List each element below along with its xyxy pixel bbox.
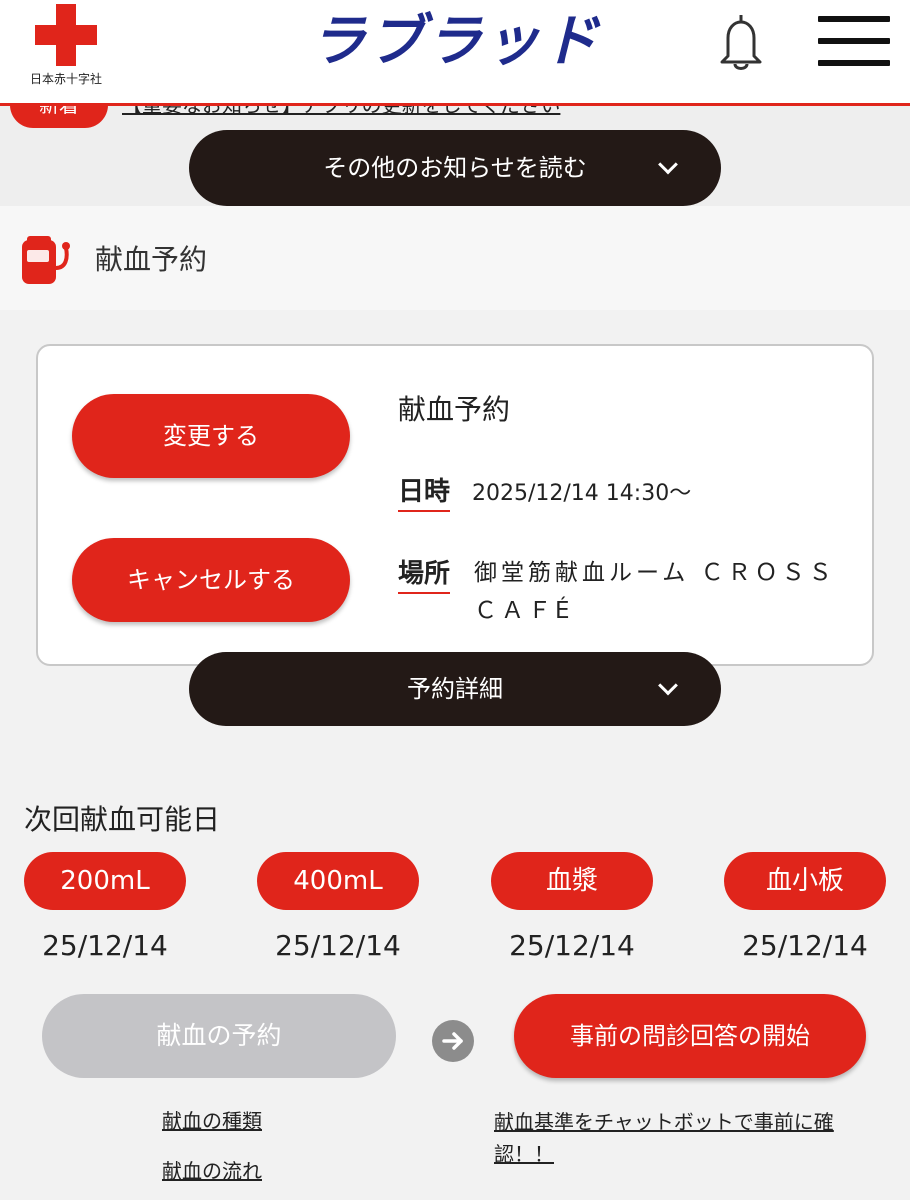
- japanese-red-cross-logo[interactable]: 日本赤十字社: [24, 2, 108, 92]
- arrow-right-icon: [432, 1020, 474, 1062]
- more-news-label: その他のお知らせを読む: [323, 154, 587, 182]
- start-precheck-button[interactable]: 事前の問診回答の開始: [514, 994, 866, 1078]
- type-200ml-date: 25/12/14: [42, 929, 168, 962]
- date-label: 日時: [398, 474, 451, 512]
- donation-flow-link[interactable]: 献血の流れ: [162, 1156, 262, 1186]
- type-200ml-badge: 200mL: [24, 852, 186, 910]
- reservation-title: 献血予約: [398, 393, 511, 426]
- donation-types-link[interactable]: 献血の種類: [162, 1106, 262, 1136]
- place-value: 御堂筋献血ルーム ＣＲＯＳＳ ＣＡＦÉ: [474, 560, 836, 624]
- type-plasma-date: 25/12/14: [509, 929, 635, 962]
- donation-reservation-button[interactable]: 献血の予約: [42, 994, 396, 1078]
- more-news-button[interactable]: その他のお知らせを読む: [189, 130, 721, 206]
- type-plasma-badge: 血漿: [491, 852, 653, 910]
- reservation-detail-button[interactable]: 予約詳細: [189, 652, 721, 726]
- app-header: 日本赤十字社 ラブラッド: [0, 0, 910, 106]
- bell-icon[interactable]: [710, 12, 772, 74]
- red-cross-icon: [33, 2, 99, 68]
- place-label: 場所: [398, 556, 451, 594]
- type-400ml-badge: 400mL: [257, 852, 419, 910]
- org-label: 日本赤十字社: [29, 72, 102, 86]
- type-platelet-date: 25/12/14: [742, 929, 868, 962]
- chatbot-criteria-link[interactable]: 献血基準をチャットボットで事前に確認！！: [494, 1106, 874, 1170]
- next-donation-title: 次回献血可能日: [24, 803, 221, 836]
- reservation-detail-label: 予約詳細: [407, 675, 503, 703]
- brand-logo[interactable]: ラブラッド: [300, 2, 610, 82]
- reservation-card: 変更する キャンセルする 献血予約 日時 2025/12/14 14:30〜 場…: [36, 344, 874, 666]
- reservation-section-header: 献血予約: [0, 206, 910, 310]
- date-value: 2025/12/14 14:30〜: [472, 481, 692, 506]
- hamburger-menu-icon[interactable]: [818, 16, 890, 68]
- cancel-reservation-button[interactable]: キャンセルする: [72, 538, 350, 622]
- change-reservation-button[interactable]: 変更する: [72, 394, 350, 478]
- type-400ml-date: 25/12/14: [275, 929, 401, 962]
- blood-bag-icon: [18, 228, 74, 290]
- chevron-down-icon: [658, 675, 678, 696]
- chevron-down-icon: [658, 154, 678, 175]
- type-platelet-badge: 血小板: [724, 852, 886, 910]
- section-title: 献血予約: [95, 243, 208, 276]
